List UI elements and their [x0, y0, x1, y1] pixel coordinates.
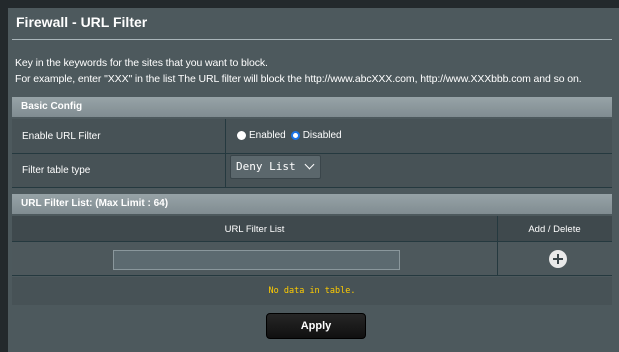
filter-table-type-value: Deny List: [236, 160, 296, 173]
page-title: Firewall - URL Filter: [16, 14, 148, 30]
filter-table-type-select[interactable]: Deny List: [230, 155, 321, 179]
empty-table-row: No data in table.: [12, 277, 612, 305]
radio-enabled[interactable]: [237, 131, 246, 140]
basic-config-header: Basic Config: [12, 97, 612, 117]
radio-disabled[interactable]: [290, 131, 300, 140]
description-line-1: Key in the keywords for the sites that y…: [15, 57, 268, 69]
enable-url-filter-label: Enable URL Filter: [22, 131, 101, 142]
top-edge: [0, 0, 619, 8]
left-edge: [0, 0, 8, 352]
url-filter-table-header: URL Filter List Add / Delete: [12, 216, 612, 242]
enable-radio-group: Enabled Disabled: [237, 130, 347, 141]
url-filter-input[interactable]: [113, 250, 400, 270]
radio-enabled-label[interactable]: Enabled: [249, 130, 286, 141]
plus-circle-icon[interactable]: [549, 250, 567, 268]
apply-button[interactable]: Apply: [266, 313, 366, 339]
url-filter-list-header: URL Filter List: (Max Limit : 64): [12, 194, 612, 214]
enable-url-filter-row: Enable URL Filter Enabled Disabled: [12, 119, 612, 154]
radio-disabled-label[interactable]: Disabled: [303, 130, 342, 141]
column-divider: [497, 242, 498, 275]
column-add-delete: Add / Delete: [528, 224, 581, 235]
no-data-message: No data in table.: [268, 286, 356, 296]
column-url-filter-list: URL Filter List: [224, 224, 285, 235]
row-divider: [225, 119, 226, 153]
chevron-down-icon: [304, 159, 315, 170]
url-input-row: [12, 242, 612, 276]
description-line-2: For example, enter "XXX" in the list The…: [15, 73, 582, 85]
title-divider: [12, 39, 612, 40]
filter-table-type-label: Filter table type: [22, 165, 91, 176]
row-divider: [225, 154, 226, 187]
